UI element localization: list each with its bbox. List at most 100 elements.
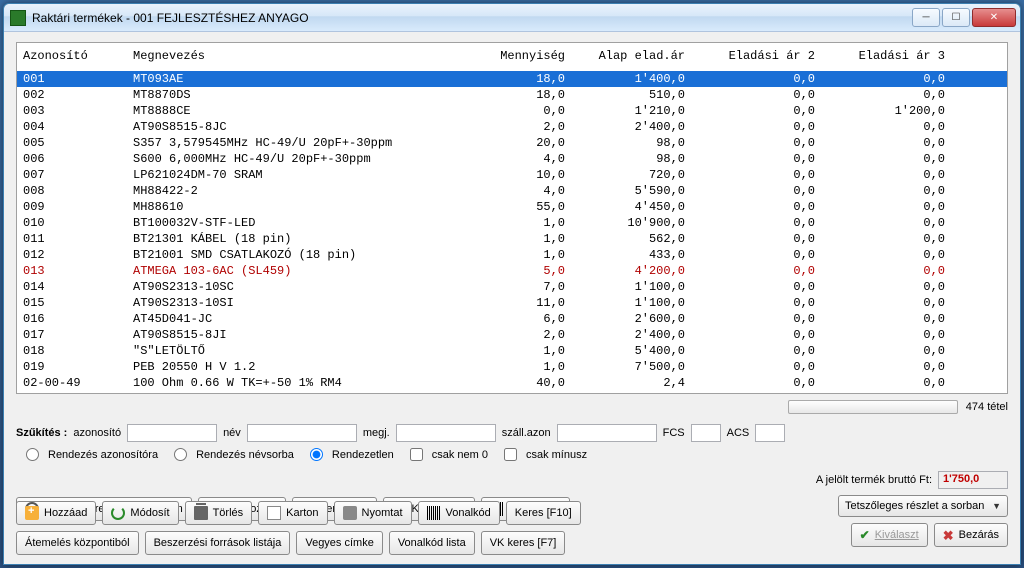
grid-header-row: Azonosító Megnevezés Mennyiség Alap elad…: [17, 43, 1007, 71]
cell-qty: 40,0: [473, 376, 573, 390]
cell-p3: 0,0: [823, 360, 953, 374]
table-row[interactable]: 012BT21001 SMD CSATLAKOZÓ (18 pin)1,0433…: [17, 247, 1007, 263]
close-window-button[interactable]: ✕: [972, 8, 1016, 27]
cell-qty: 18,0: [473, 88, 573, 102]
card-button[interactable]: Karton: [258, 501, 327, 525]
grid-body[interactable]: 001MT093AE18,01'400,00,00,0002MT8870DS18…: [17, 71, 1007, 393]
source-list-button[interactable]: Beszerzési források listája: [145, 531, 291, 555]
cell-name: MH88610: [133, 200, 473, 214]
delete-button[interactable]: Törlés: [185, 501, 253, 525]
table-row[interactable]: 017AT90S8515-8JI2,02'400,00,00,0: [17, 327, 1007, 343]
col-qty[interactable]: Mennyiség: [473, 49, 573, 63]
print-button[interactable]: Nyomtat: [334, 501, 412, 525]
cell-p1: 1'400,0: [573, 72, 693, 86]
add-button[interactable]: Hozzáad: [16, 501, 96, 525]
cell-name: "S"LETÖLTŐ: [133, 344, 473, 358]
table-row[interactable]: 014AT90S2313-10SC7,01'100,00,00,0: [17, 279, 1007, 295]
cell-p1: 433,0: [573, 248, 693, 262]
only-minus-checkbox[interactable]: [504, 448, 517, 461]
cell-qty: 0,0: [473, 104, 573, 118]
table-row[interactable]: 003MT8888CE0,01'210,00,01'200,0: [17, 103, 1007, 119]
print-icon: [343, 506, 357, 520]
barcode-list-button[interactable]: Vonalkód lista: [389, 531, 475, 555]
cell-qty: 10,0: [473, 168, 573, 182]
plus-icon: [25, 506, 39, 520]
col-name[interactable]: Megnevezés: [133, 49, 473, 63]
cell-id: 02-00-49: [23, 376, 133, 390]
cell-id: 007: [23, 168, 133, 182]
below-grid-bar: 474 tétel: [16, 400, 1008, 414]
cell-p2: 0,0: [693, 184, 823, 198]
sort-unsorted-radio[interactable]: [310, 448, 323, 461]
filter-supplier-label: száll.azon: [502, 427, 551, 439]
cell-qty: 1,0: [473, 360, 573, 374]
cell-p3: 0,0: [823, 232, 953, 246]
cell-name: LP621024DM-70 SRAM: [133, 168, 473, 182]
table-row[interactable]: 015AT90S2313-10SI11,01'100,00,00,0: [17, 295, 1007, 311]
table-row[interactable]: 004AT90S8515-8JC2,02'400,00,00,0: [17, 119, 1007, 135]
titlebar[interactable]: Raktári termékek - 001 FEJLESZTÉSHEZ ANY…: [4, 4, 1020, 32]
col-id[interactable]: Azonosító: [23, 49, 133, 63]
filter-id-input[interactable]: [127, 424, 217, 442]
barcode-button[interactable]: Vonalkód: [418, 501, 500, 525]
cell-name: ATMEGA 103-6AC (SL459): [133, 264, 473, 278]
cell-name: S357 3,579545MHz HC-49/U 20pF+-30ppm: [133, 136, 473, 150]
table-row[interactable]: 013ATMEGA 103-6AC (SL459)5,04'200,00,00,…: [17, 263, 1007, 279]
table-row[interactable]: 02-00-49100 Ohm 0.66 W TK=+-50 1% RM440,…: [17, 375, 1007, 391]
cell-id: 001: [23, 72, 133, 86]
search-button[interactable]: Keres [F10]: [506, 501, 581, 525]
col-price1[interactable]: Alap elad.ár: [573, 49, 693, 63]
cell-p3: 0,0: [823, 328, 953, 342]
modify-button[interactable]: Módosít: [102, 501, 178, 525]
cell-p2: 0,0: [693, 344, 823, 358]
cell-name: AT90S2313-10SC: [133, 280, 473, 294]
vk-search-button[interactable]: VK keres [F7]: [481, 531, 566, 555]
table-row[interactable]: 002MT8870DS18,0510,00,00,0: [17, 87, 1007, 103]
filter-supplier-input[interactable]: [557, 424, 657, 442]
cell-qty: 1,0: [473, 216, 573, 230]
table-row[interactable]: 008MH88422-24,05'590,00,00,0: [17, 183, 1007, 199]
cell-name: 100 Ohm 0.66 W TK=+-50 1% RM4: [133, 376, 473, 390]
sort-by-name-radio[interactable]: [174, 448, 187, 461]
sort-by-id-radio[interactable]: [26, 448, 39, 461]
cell-p3: 0,0: [823, 312, 953, 326]
horizontal-scrollbar[interactable]: [788, 400, 958, 414]
cell-id: 012: [23, 248, 133, 262]
col-price3[interactable]: Eladási ár 3: [823, 49, 953, 63]
cell-p1: 5'400,0: [573, 344, 693, 358]
mixed-label-button[interactable]: Vegyes címke: [296, 531, 382, 555]
table-row[interactable]: 016AT45D041-JC6,02'600,00,00,0: [17, 311, 1007, 327]
filter-acs-input[interactable]: [755, 424, 785, 442]
cell-p2: 0,0: [693, 72, 823, 86]
filter-note-input[interactable]: [396, 424, 496, 442]
table-row[interactable]: 018"S"LETÖLTŐ1,05'400,00,00,0: [17, 343, 1007, 359]
table-row[interactable]: 011BT21301 KÁBEL (18 pin)1,0562,00,00,0: [17, 231, 1007, 247]
table-row[interactable]: 001MT093AE18,01'400,00,00,0: [17, 71, 1007, 87]
cell-p3: 1'200,0: [823, 104, 953, 118]
cell-p3: 0,0: [823, 200, 953, 214]
table-row[interactable]: 005S357 3,579545MHz HC-49/U 20pF+-30ppm2…: [17, 135, 1007, 151]
cell-p1: 5'590,0: [573, 184, 693, 198]
lift-central-button[interactable]: Átemelés központiból: [16, 531, 139, 555]
brutto-value: 1'750,0: [938, 471, 1008, 489]
cell-name: MT093AE: [133, 72, 473, 86]
col-price2[interactable]: Eladási ár 2: [693, 49, 823, 63]
cell-p1: 2'400,0: [573, 328, 693, 342]
filter-title: Szűkítés :: [16, 427, 67, 439]
minimize-button[interactable]: ─: [912, 8, 940, 27]
cell-id: 009: [23, 200, 133, 214]
cell-name: S600 6,000MHz HC-49/U 20pF+-30ppm: [133, 152, 473, 166]
table-row[interactable]: 010BT100032V-STF-LED1,010'900,00,00,0: [17, 215, 1007, 231]
filter-fcs-input[interactable]: [691, 424, 721, 442]
table-row[interactable]: 007LP621024DM-70 SRAM10,0720,00,00,0: [17, 167, 1007, 183]
cell-p3: 0,0: [823, 264, 953, 278]
maximize-button[interactable]: ☐: [942, 8, 970, 27]
table-row[interactable]: 019PEB 20550 H V 1.21,07'500,00,00,0: [17, 359, 1007, 375]
only-nonzero-checkbox[interactable]: [410, 448, 423, 461]
table-row[interactable]: 009MH8861055,04'450,00,00,0: [17, 199, 1007, 215]
filter-name-input[interactable]: [247, 424, 357, 442]
cell-id: 013: [23, 264, 133, 278]
table-row[interactable]: 006S600 6,000MHz HC-49/U 20pF+-30ppm4,09…: [17, 151, 1007, 167]
button-row-3: Átemelés központiból Beszerzési források…: [16, 531, 1008, 555]
products-grid[interactable]: Azonosító Megnevezés Mennyiség Alap elad…: [16, 42, 1008, 394]
